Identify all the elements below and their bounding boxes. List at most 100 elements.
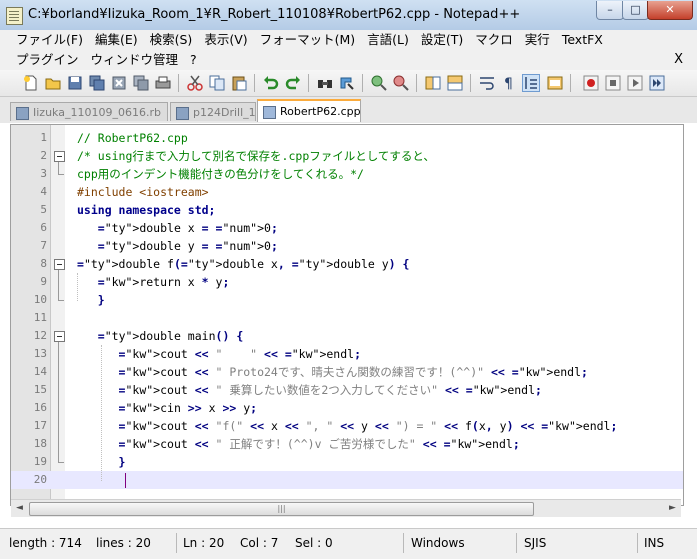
copy-icon[interactable]: [208, 74, 226, 92]
menu-row-2: プラグイン ウィンドウ管理 ?: [10, 50, 203, 70]
toolbar-separator: [254, 74, 255, 92]
line-text: #include <iostream>: [77, 185, 209, 199]
close-document-button[interactable]: X: [674, 50, 683, 70]
zoom-out-icon[interactable]: [392, 74, 410, 92]
menu-window[interactable]: ウィンドウ管理: [85, 50, 185, 70]
line-number: 15: [33, 383, 47, 396]
cut-icon[interactable]: [186, 74, 204, 92]
menu-textfx[interactable]: TextFX: [556, 30, 609, 50]
line-text: }: [97, 293, 105, 307]
code-line: 17 ="kw">cout << "f(" << x << ", " << y …: [11, 417, 683, 435]
maximize-button[interactable]: □: [622, 1, 649, 20]
code-line: 13 ="kw">cout << " " << ="kw">endl;: [11, 345, 683, 363]
status-line-number: Ln : 20: [183, 536, 225, 550]
close-icon[interactable]: [110, 74, 128, 92]
line-number: 20: [33, 473, 47, 486]
paste-icon[interactable]: [230, 74, 248, 92]
menu-edit[interactable]: 編集(E): [89, 30, 144, 50]
line-number: 1: [40, 131, 47, 144]
show-all-characters-icon[interactable]: ¶: [500, 74, 518, 92]
menu-macro[interactable]: マクロ: [469, 30, 519, 50]
code-line: 12 ="ty">double main() {: [11, 327, 683, 345]
menu-settings[interactable]: 設定(T): [415, 30, 469, 50]
scroll-right-arrow-icon[interactable]: ►: [664, 500, 681, 517]
line-number: 2: [40, 149, 47, 162]
code-line: 7 ="ty">double y = ="num">0;: [11, 237, 683, 255]
line-text: ="kw">return x * y;: [97, 275, 230, 289]
line-number: 18: [33, 437, 47, 450]
scroll-left-arrow-icon[interactable]: ◄: [11, 500, 28, 517]
status-selection: Sel : 0: [295, 536, 333, 550]
close-button[interactable]: ✕: [647, 1, 693, 20]
save-all-icon[interactable]: [88, 74, 106, 92]
toolbar-separator: [416, 74, 417, 92]
line-number: 5: [40, 203, 47, 216]
scroll-thumb[interactable]: |||: [29, 502, 534, 516]
sync-horizontal-icon[interactable]: [446, 74, 464, 92]
menu-file[interactable]: ファイル(F): [10, 30, 89, 50]
status-separator: [637, 533, 638, 553]
tab-iizuka-rb[interactable]: Iizuka_110109_0616.rb: [10, 102, 168, 121]
stop-recording-icon[interactable]: [604, 74, 622, 92]
status-insert-mode[interactable]: INS: [644, 533, 664, 553]
print-icon[interactable]: [154, 74, 172, 92]
menu-view[interactable]: 表示(V): [198, 30, 253, 50]
line-text: ="kw">cout << "f(" << x << ", " << y << …: [118, 419, 618, 433]
menu-help[interactable]: ?: [184, 50, 203, 70]
status-separator: [403, 533, 404, 553]
menu-format[interactable]: フォーマット(M): [254, 30, 362, 50]
new-file-icon[interactable]: [22, 74, 40, 92]
find-icon[interactable]: [316, 74, 334, 92]
code-editor[interactable]: 1 // RobertP62.cpp 2 /* using行まで入力して別名で保…: [10, 124, 684, 506]
zoom-in-icon[interactable]: [370, 74, 388, 92]
user-defined-language-icon[interactable]: [546, 74, 564, 92]
code-line: 9 ="kw">return x * y;: [11, 273, 683, 291]
menu-row-1: ファイル(F) 編集(E) 検索(S) 表示(V) フォーマット(M) 言語(L…: [10, 30, 609, 50]
menu-run[interactable]: 実行: [519, 30, 556, 50]
code-line: 3 cpp用のインデント機能付きの色分けをしてくれる。*/: [11, 165, 683, 183]
close-all-icon[interactable]: [132, 74, 150, 92]
line-number: 11: [33, 311, 47, 324]
code-line: 19 }: [11, 453, 683, 471]
minimize-button[interactable]: –: [596, 1, 624, 20]
line-text: ="ty">double main() {: [97, 329, 244, 343]
undo-icon[interactable]: [262, 74, 280, 92]
replace-icon[interactable]: [338, 74, 356, 92]
tab-p124drill-cpp[interactable]: p124Drill_1.cpp: [170, 102, 256, 121]
title-bar: C:¥borland¥Iizuka_Room_1¥R_Robert_110108…: [0, 0, 697, 31]
tab-label: Iizuka_110109_0616.rb: [33, 106, 161, 119]
menu-language[interactable]: 言語(L): [361, 30, 415, 50]
current-code-line: 20: [11, 471, 683, 489]
text-caret: [125, 473, 126, 488]
tab-robertp62-cpp[interactable]: RobertP62.cpp: [257, 99, 361, 122]
code-line: 4 #include <iostream>: [11, 183, 683, 201]
line-text: ="kw">cout << " 乗算したい数値を2つ入力してください" << =…: [118, 383, 542, 397]
indent-guide-icon[interactable]: [522, 74, 540, 92]
status-bar: length : 714 lines : 20 Ln : 20 Col : 7 …: [0, 528, 697, 559]
status-eol-format[interactable]: Windows: [411, 533, 465, 553]
playback-macro-icon[interactable]: [626, 74, 644, 92]
code-line: 15 ="kw">cout << " 乗算したい数値を2つ入力してください" <…: [11, 381, 683, 399]
run-macro-multiple-icon[interactable]: [648, 74, 666, 92]
menu-search[interactable]: 検索(S): [144, 30, 199, 50]
status-length: length : 714: [9, 536, 82, 550]
line-number: 12: [33, 329, 47, 342]
line-text: ="kw">cin >> x >> y;: [118, 401, 258, 415]
line-number: 16: [33, 401, 47, 414]
toolbar-separator: [470, 74, 471, 92]
redo-icon[interactable]: [284, 74, 302, 92]
indent-guide: [101, 345, 102, 481]
word-wrap-icon[interactable]: [478, 74, 496, 92]
tab-label: RobertP62.cpp: [280, 105, 361, 118]
menu-plugins[interactable]: プラグイン: [10, 50, 85, 70]
status-column: Col : 7: [240, 536, 279, 550]
line-number: 4: [40, 185, 47, 198]
status-encoding[interactable]: SJIS: [524, 533, 546, 553]
horizontal-scrollbar[interactable]: ◄ ||| ►: [11, 499, 681, 517]
line-number: 6: [40, 221, 47, 234]
open-file-icon[interactable]: [44, 74, 62, 92]
line-text: ="kw">cout << " " << ="kw">endl;: [118, 347, 361, 361]
sync-vertical-icon[interactable]: [424, 74, 442, 92]
save-icon[interactable]: [66, 74, 84, 92]
record-macro-icon[interactable]: [582, 74, 600, 92]
